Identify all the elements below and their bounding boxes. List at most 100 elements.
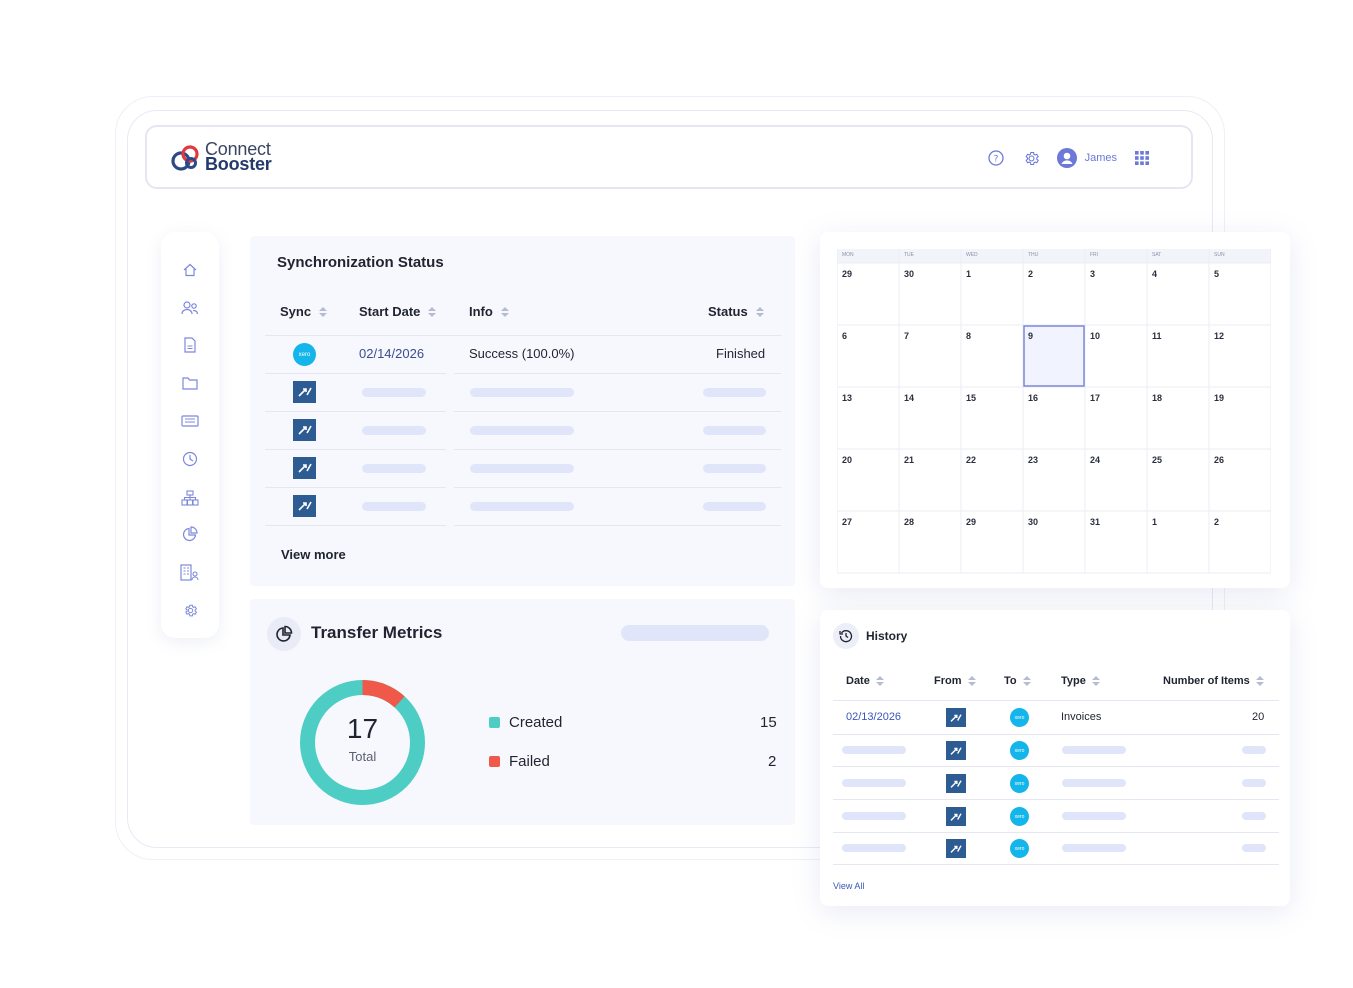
placeholder-bar: [470, 464, 574, 473]
xero-icon: xero: [293, 343, 316, 366]
calendar-day-cell[interactable]: 28: [904, 517, 914, 527]
calendar-day-cell[interactable]: 11: [1152, 331, 1162, 341]
hist-col-label-number-of-items: Number of Items: [1163, 675, 1250, 687]
sort-icon: [967, 676, 976, 686]
col-header-status[interactable]: Status: [708, 304, 764, 319]
calendar-day-cell[interactable]: 13: [842, 393, 852, 403]
calendar-day-cell[interactable]: 29: [966, 517, 976, 527]
col-header-sync[interactable]: Sync: [280, 304, 328, 319]
placeholder-bar: [470, 388, 574, 397]
hist-col-date[interactable]: Date: [846, 675, 884, 687]
clock-icon[interactable]: [180, 449, 200, 469]
quickbooks-icon: [946, 708, 966, 727]
calendar-day-cell[interactable]: 20: [842, 455, 852, 465]
sort-icon: [1022, 676, 1031, 686]
hist-col-type[interactable]: Type: [1061, 675, 1100, 687]
calendar-day-cell[interactable]: 30: [904, 269, 914, 279]
calendar-day-cell[interactable]: 10: [1090, 331, 1100, 341]
settings-gear-icon[interactable]: [1021, 147, 1043, 169]
sort-icon: [428, 306, 437, 317]
col-label-status: Status: [708, 304, 748, 319]
calendar-day-cell[interactable]: 3: [1090, 269, 1095, 279]
placeholder-bar: [1242, 812, 1266, 820]
calendar-day-cell[interactable]: 25: [1152, 455, 1162, 465]
placeholder-bar: [1062, 844, 1126, 852]
calendar-day-cell[interactable]: 7: [904, 331, 909, 341]
placeholder-bar: [1062, 779, 1126, 787]
calendar-day-cell[interactable]: 16: [1028, 393, 1038, 403]
calendar-day-cell[interactable]: 6: [842, 331, 847, 341]
sort-icon: [500, 306, 509, 317]
pie-chart-icon: [267, 617, 301, 651]
calendar-day-cell[interactable]: 26: [1214, 455, 1224, 465]
calendar-day-header: SAT: [1152, 252, 1162, 258]
hist-col-label-to: To: [1004, 675, 1017, 687]
table-divider: [265, 411, 446, 412]
placeholder-bar: [362, 426, 426, 435]
legend-label-failed: Failed: [509, 753, 550, 770]
calendar-day-cell[interactable]: 21: [904, 455, 914, 465]
sync-start-date[interactable]: 02/14/2026: [359, 346, 424, 361]
calendar-day-cell[interactable]: 4: [1152, 269, 1157, 279]
building-user-icon[interactable]: [180, 563, 200, 583]
pie-chart-icon[interactable]: [180, 524, 200, 544]
hierarchy-icon[interactable]: [180, 488, 200, 508]
hist-date[interactable]: 02/13/2026: [846, 711, 901, 723]
calendar-grid: [837, 249, 1271, 574]
folder-icon[interactable]: [180, 373, 200, 393]
table-divider: [454, 449, 781, 450]
placeholder-bar: [1242, 844, 1266, 852]
view-all-link[interactable]: View All: [833, 881, 864, 891]
view-more-link[interactable]: View more: [281, 547, 346, 562]
ticket-icon[interactable]: [180, 411, 200, 431]
col-label-sync: Sync: [280, 304, 312, 319]
placeholder-bar: [703, 464, 766, 473]
calendar-day-cell[interactable]: 22: [966, 455, 976, 465]
calendar-day-cell[interactable]: 17: [1090, 393, 1100, 403]
placeholder-bar: [703, 388, 766, 397]
calendar-day-cell[interactable]: 23: [1028, 455, 1038, 465]
gear-icon[interactable]: [180, 600, 200, 620]
xero-icon: xero: [1010, 774, 1029, 793]
placeholder-bar: [362, 464, 426, 473]
quickbooks-icon: [293, 381, 316, 403]
legend-label-created: Created: [509, 714, 563, 731]
calendar-day-cell[interactable]: 1: [966, 269, 971, 279]
calendar-day-cell[interactable]: 14: [904, 393, 914, 403]
calendar-day-cell[interactable]: 2: [1214, 517, 1219, 527]
calendar-day-cell[interactable]: 19: [1214, 393, 1224, 403]
calendar-day-cell[interactable]: 30: [1028, 517, 1038, 527]
table-divider: [265, 373, 446, 374]
calendar-day-cell[interactable]: 2: [1028, 269, 1033, 279]
users-icon[interactable]: [180, 298, 200, 318]
col-header-start-date[interactable]: Start Date: [359, 304, 437, 319]
calendar-day-cell[interactable]: 18: [1152, 393, 1162, 403]
user-menu[interactable]: James: [1056, 148, 1117, 168]
calendar-day-cell[interactable]: 8: [966, 331, 971, 341]
apps-grid-icon[interactable]: [1131, 147, 1153, 169]
calendar-day-cell[interactable]: 1: [1152, 517, 1157, 527]
document-icon[interactable]: [180, 335, 200, 355]
col-header-info[interactable]: Info: [469, 304, 509, 319]
table-divider: [265, 487, 446, 488]
placeholder-bar: [842, 812, 906, 820]
xero-icon: xero: [1010, 839, 1029, 858]
placeholder-bar: [842, 746, 906, 754]
hist-col-to[interactable]: To: [1004, 675, 1031, 687]
calendar-day-cell[interactable]: 29: [842, 269, 852, 279]
calendar-day-cell[interactable]: 15: [966, 393, 976, 403]
calendar-day-cell[interactable]: 24: [1090, 455, 1100, 465]
connectbooster-logo[interactable]: Connect Booster: [169, 140, 272, 173]
calendar-day-cell[interactable]: 31: [1090, 517, 1100, 527]
calendar-day-cell[interactable]: 12: [1214, 331, 1224, 341]
hist-col-number-of-items[interactable]: Number of Items: [1163, 675, 1264, 687]
donut-total-label: Total: [348, 749, 377, 764]
col-label-info: Info: [469, 304, 493, 319]
calendar-day-cell[interactable]: 5: [1214, 269, 1219, 279]
hist-col-from[interactable]: From: [934, 675, 976, 687]
donut-total-value: 17: [346, 713, 379, 744]
calendar-day-cell[interactable]: 27: [842, 517, 852, 527]
help-icon[interactable]: ?: [985, 147, 1007, 169]
calendar-day-cell[interactable]: 9: [1028, 331, 1033, 341]
home-icon[interactable]: [180, 260, 200, 280]
